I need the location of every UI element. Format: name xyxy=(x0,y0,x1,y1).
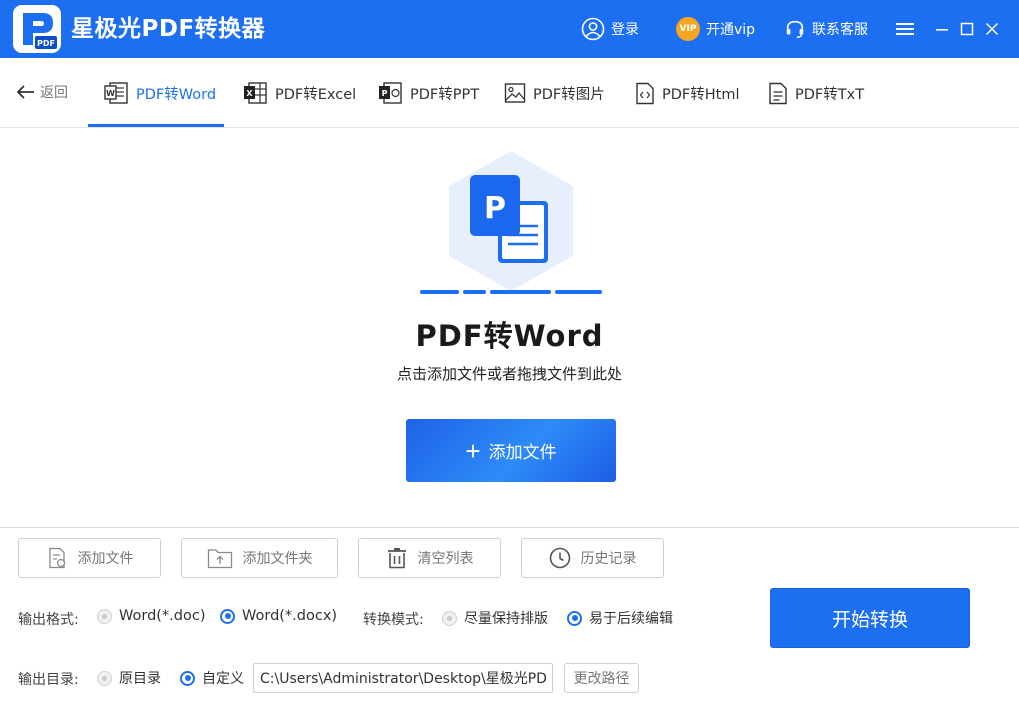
conversion-tabs: 返回 W PDF转Word X PDF转Excel P PDF转PPT PDF转… xyxy=(0,58,1019,128)
svg-text:X: X xyxy=(246,89,253,98)
maximize-icon xyxy=(960,22,974,36)
format-doc-label: Word(*.doc) xyxy=(119,608,206,624)
word-file-icon: W xyxy=(104,82,128,104)
dir-original-label: 原目录 xyxy=(119,671,161,687)
svg-text:P: P xyxy=(382,89,388,98)
tab-label: PDF转TxT xyxy=(795,86,865,103)
progress-segment xyxy=(420,290,459,294)
add-file-main-button[interactable]: + 添加文件 xyxy=(406,419,616,482)
add-folder-button[interactable]: 添加文件夹 xyxy=(181,538,338,578)
radio-checked-icon xyxy=(180,670,195,686)
add-file-button[interactable]: 添加文件 xyxy=(18,538,161,578)
add-file-main-label: 添加文件 xyxy=(488,443,557,462)
tab-pdf-to-html[interactable]: PDF转Html xyxy=(635,58,740,128)
tab-label: PDF转Html xyxy=(662,86,740,103)
app-logo-icon: PDF xyxy=(13,5,61,53)
back-button[interactable]: 返回 xyxy=(16,82,68,102)
svg-text:PDF: PDF xyxy=(37,39,55,48)
vip-button[interactable]: VIP 开通vip xyxy=(676,15,755,43)
radio-unchecked-icon xyxy=(97,608,112,624)
user-icon xyxy=(581,17,605,41)
conversion-mode-label: 转换模式: xyxy=(363,612,424,628)
vip-label: 开通vip xyxy=(706,22,756,38)
svg-text:W: W xyxy=(106,89,115,98)
tab-pdf-to-txt[interactable]: PDF转TxT xyxy=(768,58,864,128)
output-path-input[interactable] xyxy=(253,663,553,693)
clear-list-button[interactable]: 清空列表 xyxy=(358,538,501,578)
tab-pdf-to-word[interactable]: W PDF转Word xyxy=(104,58,216,128)
history-label: 历史记录 xyxy=(580,551,637,567)
tab-label: PDF转图片 xyxy=(533,86,605,103)
section-divider xyxy=(0,527,1019,528)
add-file-label: 添加文件 xyxy=(77,551,134,567)
menu-button[interactable] xyxy=(892,16,918,42)
active-tab-indicator xyxy=(88,124,224,127)
progress-segment xyxy=(555,290,602,294)
mode-easy-edit-label: 易于后续编辑 xyxy=(589,611,673,627)
txt-file-icon xyxy=(769,82,787,104)
progress-segment xyxy=(490,290,551,294)
excel-file-icon: X xyxy=(244,82,267,104)
format-doc-radio[interactable]: Word(*.doc) xyxy=(97,608,206,624)
tab-pdf-to-ppt[interactable]: P PDF转PPT xyxy=(378,58,479,128)
login-button[interactable]: 登录 xyxy=(581,15,639,43)
html-file-icon xyxy=(636,82,654,104)
close-button[interactable] xyxy=(979,16,1005,42)
minimize-icon xyxy=(936,29,948,31)
vip-icon: VIP xyxy=(676,17,700,41)
tab-label: PDF转Excel xyxy=(275,86,357,103)
hamburger-icon xyxy=(896,23,914,35)
customer-service-button[interactable]: 联系客服 xyxy=(784,15,868,43)
format-docx-label: Word(*.docx) xyxy=(242,608,338,624)
add-folder-label: 添加文件夹 xyxy=(242,551,313,567)
tab-label: PDF转Word xyxy=(136,86,217,103)
drop-area-title: PDF转Word xyxy=(415,319,604,353)
output-dir-label: 输出目录: xyxy=(18,672,79,688)
change-path-button[interactable]: 更改路径 xyxy=(564,663,639,693)
output-format-label: 输出格式: xyxy=(18,612,79,628)
pdf-letter: P xyxy=(484,191,506,226)
clock-icon xyxy=(549,547,570,569)
back-label: 返回 xyxy=(40,85,68,101)
login-label: 登录 xyxy=(611,22,639,38)
drop-area-subtitle: 点击添加文件或者拖拽文件到此处 xyxy=(396,365,622,383)
title-bar: PDF 星极光PDF转换器 登录 VIP 开通vip 联系客服 xyxy=(0,0,1019,58)
progress-segment xyxy=(463,290,486,294)
app-title: 星极光PDF转换器 xyxy=(71,16,266,42)
ppt-file-icon: P xyxy=(379,82,402,104)
radio-checked-icon xyxy=(220,608,235,624)
mode-keep-layout-radio[interactable]: 尽量保持排版 xyxy=(442,608,548,628)
dir-original-radio[interactable]: 原目录 xyxy=(97,668,161,688)
add-file-icon xyxy=(48,547,65,569)
radio-checked-icon xyxy=(567,610,582,626)
pdf-to-word-illustration[interactable]: P xyxy=(418,148,604,298)
format-docx-radio[interactable]: Word(*.docx) xyxy=(220,608,337,624)
tab-label: PDF转PPT xyxy=(410,86,480,103)
trash-icon xyxy=(387,548,406,569)
radio-unchecked-icon xyxy=(442,610,457,626)
dir-custom-label: 自定义 xyxy=(202,671,244,687)
folder-upload-icon xyxy=(207,549,232,569)
dir-custom-radio[interactable]: 自定义 xyxy=(180,668,244,688)
arrow-left-icon xyxy=(16,85,34,99)
minimize-button[interactable] xyxy=(929,16,955,42)
maximize-button[interactable] xyxy=(954,16,980,42)
clear-list-label: 清空列表 xyxy=(417,551,474,567)
plus-icon: + xyxy=(465,435,481,466)
start-conversion-button[interactable]: 开始转换 xyxy=(770,588,970,648)
image-file-icon xyxy=(504,83,526,103)
radio-unchecked-icon xyxy=(97,670,112,686)
tab-pdf-to-image[interactable]: PDF转图片 xyxy=(504,58,605,128)
mode-easy-edit-radio[interactable]: 易于后续编辑 xyxy=(567,608,673,628)
mode-keep-layout-label: 尽量保持排版 xyxy=(464,611,548,627)
tab-pdf-to-excel[interactable]: X PDF转Excel xyxy=(243,58,356,128)
headset-icon xyxy=(786,20,804,38)
history-button[interactable]: 历史记录 xyxy=(521,538,664,578)
close-icon xyxy=(985,22,999,36)
service-label: 联系客服 xyxy=(812,22,868,38)
